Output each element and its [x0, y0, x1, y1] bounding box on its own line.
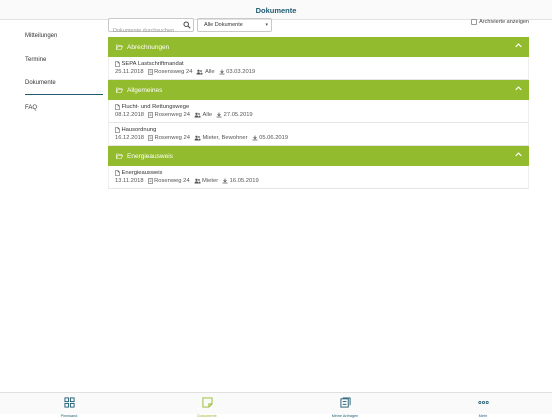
users-icon [196, 69, 203, 75]
tab-dokumente[interactable]: Dokumente [182, 395, 232, 418]
tab-pinnwand[interactable]: Pinnwand [44, 395, 94, 418]
building-icon [148, 135, 153, 141]
document-audience: Mieter, Bewohner [202, 135, 248, 141]
group-title: Energieausweis [127, 152, 173, 160]
document-download-date: 27.05.2019 [223, 112, 253, 118]
document-row[interactable]: Energieausweis 13.11.2018 Rosenweg 24 Mi… [108, 166, 529, 189]
chevron-up-icon[interactable] [515, 43, 522, 48]
archived-checkbox[interactable] [471, 19, 478, 25]
download-icon [252, 135, 258, 141]
download-icon [222, 178, 228, 184]
document-name: Flucht- und Rettungswege [121, 104, 190, 110]
group-header-abrechnungen[interactable]: Abrechnungen [108, 37, 529, 57]
file-icon [115, 127, 120, 133]
document-date: 16.12.2018 [115, 135, 145, 141]
folder-open-icon [116, 87, 123, 93]
document-audience: Alle [204, 69, 215, 75]
building-icon [147, 69, 153, 75]
document-audience: Alle [202, 112, 213, 118]
more-dots-icon [477, 400, 489, 405]
document-download-date: 16.05.2019 [229, 178, 259, 184]
page-title: Dokumente [255, 6, 297, 15]
document-building: Rosensweg 24 [154, 69, 193, 75]
archived-toggle[interactable]: Archivierte anzeigen [471, 19, 529, 25]
archived-label: Archivierte anzeigen [479, 19, 529, 25]
tab-mehr[interactable]: Mehr [458, 395, 508, 418]
tab-label: Meine Anfragen [331, 414, 359, 418]
document-date: 08.12.2018 [115, 112, 145, 118]
caret-down-icon: ▾ [265, 22, 268, 28]
requests-icon [339, 397, 351, 408]
tab-label: Mehr [478, 414, 488, 418]
document-name: Hausordnung [121, 127, 157, 133]
group-title: Abrechnungen [127, 43, 170, 51]
group-header-allgemeines[interactable]: Allgemeines [108, 80, 529, 100]
chevron-up-icon[interactable] [515, 86, 522, 91]
tab-meine-anfragen[interactable]: Meine Anfragen [320, 395, 370, 418]
document-filter-select[interactable]: Alle Dokumente ▾ [197, 18, 272, 32]
document-download-date: 03.03.2019 [226, 69, 256, 75]
group-header-energieausweis[interactable]: Energieausweis [108, 146, 529, 166]
users-icon [194, 135, 201, 141]
sidebar: Mitteilungen Termine Dokumente FAQ [25, 20, 103, 122]
document-icon [201, 397, 213, 408]
document-row[interactable]: Hausordnung 16.12.2018 Rosenweg 24 Miete… [108, 123, 529, 146]
document-building: Rosenweg 24 [154, 178, 190, 184]
building-icon [147, 178, 153, 184]
building-icon [148, 112, 153, 118]
download-icon [216, 112, 222, 118]
group-title: Allgemeines [127, 86, 163, 94]
document-date: 25.11.2018 [115, 69, 144, 75]
file-icon [115, 170, 120, 176]
grid-icon [63, 397, 75, 408]
tab-label: Dokumente [197, 414, 217, 418]
download-icon [219, 69, 225, 75]
users-icon [194, 112, 201, 118]
chevron-up-icon[interactable] [515, 152, 522, 157]
document-row[interactable]: Flucht- und Rettungswege 08.12.2018 Rose… [108, 100, 529, 123]
document-download-date: 05.06.2019 [259, 135, 289, 141]
document-list: Abrechnungen SEPA Lastschriftmandat 25.1… [108, 37, 529, 189]
folder-open-icon [116, 153, 123, 159]
document-row[interactable]: SEPA Lastschriftmandat 25.11.2018 Rosens… [108, 57, 529, 80]
users-icon [194, 178, 201, 184]
document-filter-value: Alle Dokumente [204, 22, 243, 28]
document-name: SEPA Lastschriftmandat [121, 61, 184, 67]
search-box [108, 18, 194, 37]
document-name: Energieausweis [121, 170, 163, 176]
folder-open-icon [116, 44, 123, 50]
search-icon[interactable] [183, 21, 191, 29]
sidebar-item-termine[interactable]: Termine [25, 50, 103, 74]
search-input[interactable] [109, 25, 183, 37]
sidebar-item-faq[interactable]: FAQ [25, 98, 103, 122]
sidebar-item-mitteilungen[interactable]: Mitteilungen [25, 26, 103, 50]
top-bar: Dokumente [0, 0, 552, 20]
document-building: Rosenweg 24 [154, 135, 190, 141]
document-date: 13.11.2018 [115, 178, 144, 184]
bottom-tab-bar: Pinnwand Dokumente Meine Anfragen Mehr [0, 392, 552, 418]
sidebar-item-dokumente[interactable]: Dokumente [25, 74, 103, 95]
file-icon [115, 61, 120, 67]
document-building: Rosenweg 24 [154, 112, 190, 118]
file-icon [115, 104, 120, 110]
tab-label: Pinnwand [60, 414, 78, 418]
document-audience: Mieter [202, 178, 219, 184]
